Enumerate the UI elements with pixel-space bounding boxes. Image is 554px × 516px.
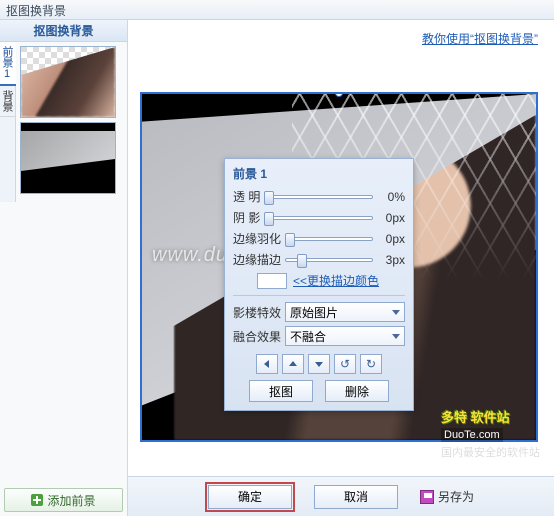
feather-label: 边缘羽化 <box>233 230 281 247</box>
vtab-background[interactable]: 背景 <box>0 86 16 117</box>
opacity-value: 0% <box>377 190 405 204</box>
logo-line2: DuoTe.com <box>441 428 503 442</box>
studio-select-value: 原始图片 <box>290 304 338 321</box>
delete-button[interactable]: 删除 <box>325 380 389 402</box>
rotate-ccw-icon: ↺ <box>340 357 350 371</box>
rotate-ccw-button[interactable]: ↺ <box>334 354 356 374</box>
feather-value: 0px <box>377 232 405 246</box>
blend-select-value: 不融合 <box>290 328 326 345</box>
save-as-button[interactable]: 另存为 <box>420 488 474 505</box>
logo-line1: 多特 软件站 <box>441 407 540 426</box>
thumbnail-background[interactable] <box>20 122 116 194</box>
thumbnail-foreground[interactable] <box>20 46 116 118</box>
main-area: 抠图换背景 前景1 背景 添加前景 教你使用“抠图换背景” <box>0 20 554 516</box>
window-title: 抠图换背景 <box>0 0 554 20</box>
shadow-slider[interactable] <box>264 212 373 224</box>
help-link[interactable]: 教你使用“抠图换背景” <box>422 30 538 47</box>
sidebar-tab[interactable]: 抠图换背景 <box>0 20 127 42</box>
vertical-tabs: 前景1 背景 <box>0 42 16 202</box>
cutout-button[interactable]: 抠图 <box>249 380 313 402</box>
nudge-left-button[interactable] <box>256 354 278 374</box>
blend-select[interactable]: 不融合 <box>285 326 405 346</box>
arrow-down-icon <box>314 359 324 369</box>
vtab-foreground[interactable]: 前景1 <box>0 42 16 86</box>
logo: 多特 软件站 DuoTe.com 国内最安全的软件站 <box>441 407 540 460</box>
change-stroke-color-link[interactable]: <<更换描边颜色 <box>293 272 379 289</box>
panel-title: 前景 1 <box>233 165 405 182</box>
add-foreground-label: 添加前景 <box>47 492 95 509</box>
studio-label: 影楼特效 <box>233 304 281 321</box>
nudge-down-button[interactable] <box>308 354 330 374</box>
chevron-down-icon <box>392 310 400 315</box>
studio-select[interactable]: 原始图片 <box>285 302 405 322</box>
add-foreground-button[interactable]: 添加前景 <box>4 488 123 512</box>
footer: 确定 取消 另存为 <box>128 476 554 516</box>
sidebar: 抠图换背景 前景1 背景 添加前景 <box>0 20 128 516</box>
cancel-button[interactable]: 取消 <box>314 485 398 509</box>
stroke-slider[interactable] <box>285 254 373 266</box>
nudge-up-button[interactable] <box>282 354 304 374</box>
ok-button[interactable]: 确定 <box>208 485 292 509</box>
arrow-up-icon <box>288 359 298 369</box>
shadow-label: 阴 影 <box>233 209 260 226</box>
opacity-label: 透 明 <box>233 188 260 205</box>
stroke-label: 边缘描边 <box>233 251 281 268</box>
plus-icon <box>31 494 43 506</box>
rotate-cw-icon: ↻ <box>366 357 376 371</box>
rotate-cw-button[interactable]: ↻ <box>360 354 382 374</box>
stroke-value: 3px <box>377 253 405 267</box>
shadow-value: 0px <box>377 211 405 225</box>
feather-slider[interactable] <box>285 233 373 245</box>
opacity-slider[interactable] <box>264 191 373 203</box>
save-as-label: 另存为 <box>438 488 474 505</box>
arrow-left-icon <box>262 359 272 369</box>
logo-line3: 国内最安全的软件站 <box>441 444 540 460</box>
properties-panel: 前景 1 透 明 0% 阴 影 0px 边缘羽化 0px 边缘描边 3px <box>224 158 414 411</box>
divider <box>233 295 405 296</box>
save-icon <box>420 490 434 504</box>
thumbnail-list <box>16 42 127 202</box>
stroke-color-swatch[interactable] <box>257 273 287 289</box>
content-area: 教你使用“抠图换背景” www.duote.com 前景 1 透 明 0% 阴 … <box>128 20 554 516</box>
blend-label: 融合效果 <box>233 328 281 345</box>
chevron-down-icon <box>392 334 400 339</box>
